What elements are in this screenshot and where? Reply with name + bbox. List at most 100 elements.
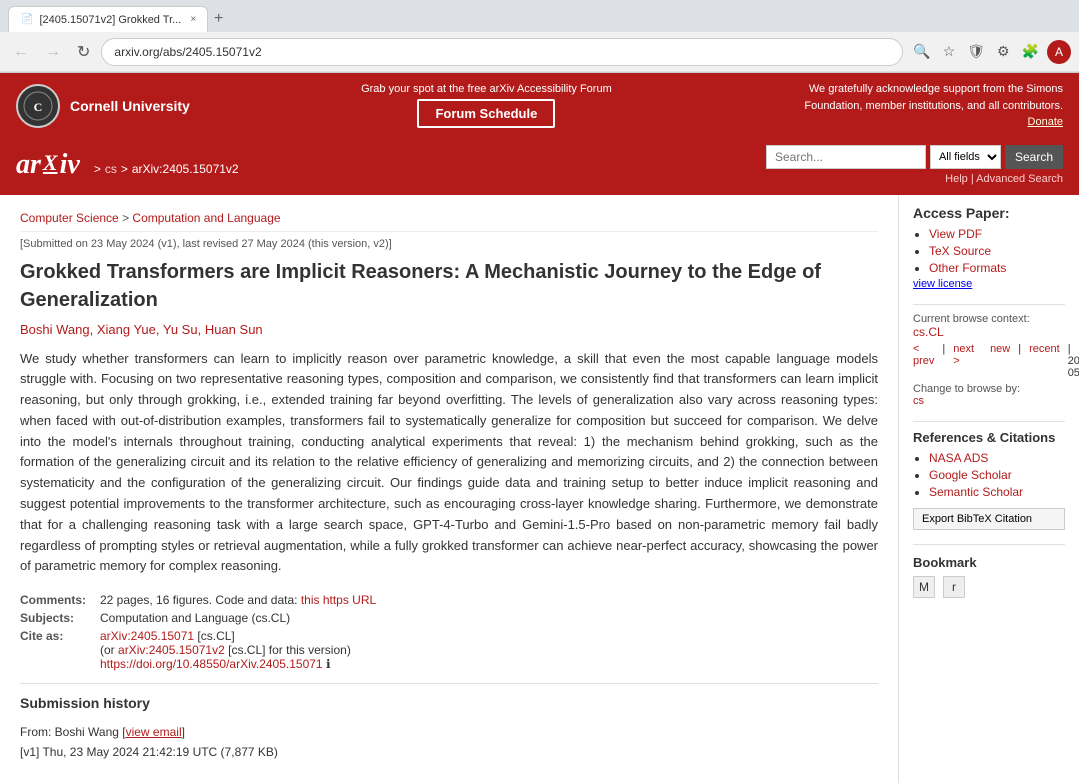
search-field-select[interactable]: All fields Title Authors Abstract (930, 145, 1001, 169)
other-formats-link[interactable]: Other Formats (929, 261, 1006, 275)
browser-bookmark-icon[interactable]: ☆ (939, 40, 960, 63)
browser-toolbar-icons: 🔍 ☆ 🛡 ⚙ 🧩 A (909, 40, 1071, 64)
subject-sep: > (122, 211, 129, 225)
forum-schedule-button[interactable]: Forum Schedule (417, 99, 555, 128)
refresh-button[interactable]: ↻ (72, 39, 95, 65)
refs-links: NASA ADS Google Scholar Semantic Scholar (913, 451, 1065, 499)
browse-context-label: Current browse context: (913, 313, 1065, 325)
svg-text:C: C (34, 100, 43, 114)
subjects-label: Subjects: (20, 611, 100, 625)
author-huan-sun[interactable]: Huan Sun (205, 322, 263, 337)
browse-context-section: Current browse context: cs.CL < prev | n… (913, 313, 1065, 407)
browse-prev-link[interactable]: < prev (913, 343, 934, 379)
address-bar[interactable] (101, 38, 903, 66)
author-boshi-wang[interactable]: Boshi Wang (20, 322, 90, 337)
metadata-comments: Comments: 22 pages, 16 figures. Code and… (20, 593, 878, 607)
tex-source-item: TeX Source (929, 244, 1065, 258)
sidebar: Access Paper: View PDF TeX Source Other … (899, 195, 1079, 783)
google-scholar-link[interactable]: Google Scholar (929, 468, 1012, 482)
metadata-subjects: Subjects: Computation and Language (cs.C… (20, 611, 878, 625)
breadcrumb-sep2: > (121, 162, 128, 176)
cite-value: arXiv:2405.15071 [cs.CL] (or arXiv:2405.… (100, 629, 878, 671)
nasa-ads-link[interactable]: NASA ADS (929, 451, 988, 465)
view-pdf-item: View PDF (929, 227, 1065, 241)
tab-title: [2405.15071v2] Grokked Tr... (39, 14, 181, 26)
breadcrumb-cs-link[interactable]: cs (105, 162, 117, 176)
paper-title: Grokked Transformers are Implicit Reason… (20, 258, 878, 314)
comments-value: 22 pages, 16 figures. Code and data: thi… (100, 593, 878, 607)
cornell-logo-circle: C (16, 84, 60, 128)
browse-separator: | (942, 343, 945, 379)
browse-change: Change to browse by: cs (913, 383, 1065, 407)
search-button[interactable]: Search (1005, 145, 1063, 169)
new-tab-button[interactable]: + (208, 10, 229, 28)
arxiv-header: C Cornell University Grab your spot at t… (0, 73, 1079, 139)
browse-next-link[interactable]: next > (953, 343, 974, 379)
browser-gear-icon[interactable]: ⚙ (993, 40, 1014, 63)
submission-history-title: Submission history (20, 692, 878, 716)
forward-button[interactable]: → (40, 40, 66, 64)
access-links: View PDF TeX Source Other Formats (913, 227, 1065, 275)
semantic-scholar-link[interactable]: Semantic Scholar (929, 485, 1023, 499)
subject-cl-link[interactable]: Computation and Language (132, 211, 280, 225)
browse-context-value: cs.CL (913, 325, 1065, 339)
browser-shield-icon[interactable]: 🛡 (963, 40, 989, 63)
tab-favicon: 📄 (21, 14, 33, 25)
v1-submission: [v1] Thu, 23 May 2024 21:42:19 UTC (7,87… (20, 742, 878, 762)
browse-recent-link[interactable]: recent (1029, 343, 1060, 379)
refs-citations-section: References & Citations NASA ADS Google S… (913, 430, 1065, 530)
author-xiang-yue[interactable]: Xiang Yue (97, 322, 156, 337)
doi-link[interactable]: https://doi.org/10.48550/arXiv.2405.1507… (100, 657, 323, 671)
search-row: All fields Title Authors Abstract Search (766, 145, 1063, 169)
view-email-link[interactable]: view email (126, 725, 182, 739)
nav-bar: ← → ↻ 🔍 ☆ 🛡 ⚙ 🧩 A (0, 32, 1079, 72)
subject-cs-link[interactable]: Computer Science (20, 211, 119, 225)
submission-history: Submission history From: Boshi Wang [vie… (20, 692, 878, 763)
metadata: Comments: 22 pages, 16 figures. Code and… (20, 593, 878, 671)
arxiv-nav: arXiv > cs > arXiv:2405.15071v2 All fiel… (0, 139, 1079, 195)
active-tab[interactable]: 📄 [2405.15071v2] Grokked Tr... × (8, 6, 208, 32)
breadcrumb-sep1: > (94, 162, 101, 176)
cornell-logo: C Cornell University (16, 84, 190, 128)
browser-extensions-icon[interactable]: 🧩 (1018, 40, 1043, 63)
advanced-search-link[interactable]: Advanced Search (976, 173, 1063, 185)
back-button[interactable]: ← (8, 40, 34, 64)
view-license-link[interactable]: view license (913, 278, 972, 290)
browser-search-icon[interactable]: 🔍 (909, 40, 934, 63)
tab-close-btn[interactable]: × (187, 13, 199, 26)
tex-source-link[interactable]: TeX Source (929, 244, 991, 258)
forum-banner: Grab your spot at the free arXiv Accessi… (190, 83, 783, 128)
search-links: Help | Advanced Search (945, 173, 1063, 185)
tab-bar: 📄 [2405.15071v2] Grokked Tr... × + (0, 0, 1079, 32)
donate-link[interactable]: Donate (1028, 116, 1063, 128)
semantic-scholar-item: Semantic Scholar (929, 485, 1065, 499)
google-scholar-item: Google Scholar (929, 468, 1065, 482)
cite-v2-link[interactable]: arXiv:2405.15071v2 (118, 643, 225, 657)
arxiv-search: All fields Title Authors Abstract Search… (766, 145, 1063, 185)
search-input[interactable] (766, 145, 926, 169)
bookmark-reddit-icon[interactable]: r (943, 576, 965, 598)
subjects-value: Computation and Language (cs.CL) (100, 611, 878, 625)
help-link[interactable]: Help (945, 173, 968, 185)
other-formats-item: Other Formats (929, 261, 1065, 275)
browser-profile-icon[interactable]: A (1047, 40, 1071, 64)
from-line: From: Boshi Wang [view email] (20, 722, 878, 742)
nasa-ads-item: NASA ADS (929, 451, 1065, 465)
comments-url-link[interactable]: this https URL (301, 593, 376, 607)
bookmark-icons: M r (913, 576, 1065, 598)
cite-arxiv-link[interactable]: arXiv:2405.15071 (100, 629, 194, 643)
author-yu-su[interactable]: Yu Su (163, 322, 198, 337)
access-paper-section: Access Paper: View PDF TeX Source Other … (913, 205, 1065, 290)
change-browse-link[interactable]: cs (913, 395, 924, 407)
view-license: view license (913, 278, 1065, 290)
cornell-name: Cornell University (70, 98, 190, 114)
bookmark-mendeley-icon[interactable]: M (913, 576, 935, 598)
main-content: Computer Science > Computation and Langu… (0, 195, 899, 783)
breadcrumb-id: arXiv:2405.15071v2 (132, 162, 239, 176)
browse-new-link[interactable]: new (990, 343, 1010, 379)
export-bibtex-button[interactable]: Export BibTeX Citation (913, 508, 1065, 530)
comments-label: Comments: (20, 593, 100, 607)
metadata-cite: Cite as: arXiv:2405.15071 [cs.CL] (or ar… (20, 629, 878, 671)
view-pdf-link[interactable]: View PDF (929, 227, 982, 241)
doi-info-icon: ℹ (326, 657, 331, 671)
